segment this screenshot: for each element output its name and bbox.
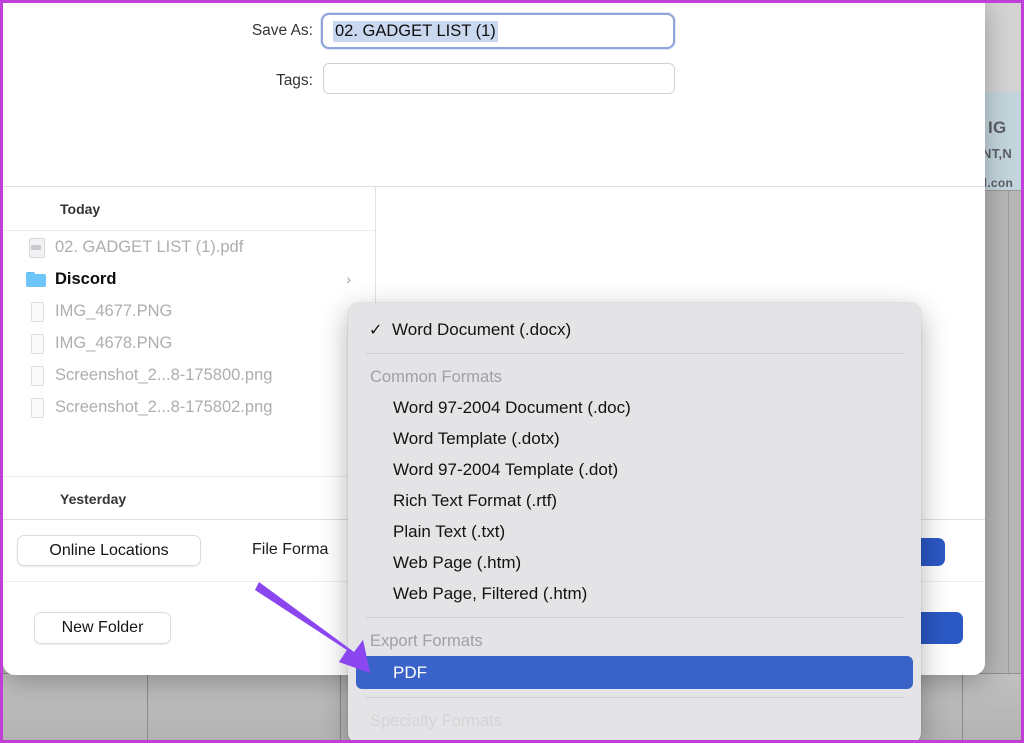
menu-item-pdf[interactable]: PDF [356,656,913,689]
save-as-label: Save As: [163,22,313,40]
dialog-toolbar: OneDrive Search [3,113,985,185]
list-item[interactable]: Discord › [3,263,375,295]
list-item[interactable]: Screenshot_2...8-175800.png [3,359,375,391]
png-file-icon [25,396,47,418]
file-format-menu: ✓ Word Document (.docx) Common Formats W… [348,303,921,743]
checkmark-icon: ✓ [369,320,392,340]
list-item[interactable]: 02. GADGET LIST (1).pdf [3,231,375,263]
menu-section-next-partial: Specialty Formats [348,706,921,736]
file-name: IMG_4678.PNG [55,334,172,353]
list-item[interactable]: IMG_4677.PNG [3,295,375,327]
png-file-icon [25,300,47,322]
menu-item-rtf[interactable]: Rich Text Format (.rtf) [348,485,921,516]
menu-section-common-formats: Common Formats [348,362,921,392]
menu-item-dot[interactable]: Word 97-2004 Template (.dot) [348,454,921,485]
dialog-form-area: Save As: 02. GADGET LIST (1) Tags: [3,0,985,113]
new-folder-button[interactable]: New Folder [34,612,171,644]
list-item[interactable]: Screenshot_2...8-175802.png [3,391,375,423]
menu-separator [366,353,903,354]
menu-section-export-formats: Export Formats [348,626,921,656]
file-name: Screenshot_2...8-175800.png [55,366,272,385]
list-item[interactable]: IMG_4678.PNG [3,327,375,359]
file-name: Screenshot_2...8-175802.png [55,398,272,417]
tags-input[interactable] [323,63,675,94]
group-header-today: Today [3,187,375,231]
background-text-fragment-2: NT,N [982,146,1012,161]
save-as-input[interactable]: 02. GADGET LIST (1) [321,13,675,49]
disclosure-chevron-icon: › [346,271,351,287]
menu-item-current-format[interactable]: ✓ Word Document (.docx) [348,314,921,345]
pdf-file-icon [25,236,47,258]
online-locations-button[interactable]: Online Locations [17,535,201,566]
menu-item-doc[interactable]: Word 97-2004 Document (.doc) [348,392,921,423]
png-file-icon [25,332,47,354]
menu-item-txt[interactable]: Plain Text (.txt) [348,516,921,547]
file-name: 02. GADGET LIST (1).pdf [55,238,243,257]
file-name: Discord [55,270,116,289]
menu-item-htm-filtered[interactable]: Web Page, Filtered (.htm) [348,578,921,609]
folder-icon [25,268,47,290]
menu-item-label: Word Document (.docx) [392,320,571,340]
file-list: 02. GADGET LIST (1).pdf Discord › IMG_46… [3,231,375,423]
menu-item-htm[interactable]: Web Page (.htm) [348,547,921,578]
menu-item-dotx[interactable]: Word Template (.dotx) [348,423,921,454]
group-header-yesterday: Yesterday [3,476,375,520]
tags-label: Tags: [163,72,313,90]
menu-separator [366,617,903,618]
screenshot-root: IG NT,N il.con Save As: 02. GADGET LIST … [0,0,1024,743]
menu-separator [366,697,903,698]
save-as-value: 02. GADGET LIST (1) [333,21,498,42]
file-format-label: File Forma [252,541,328,559]
png-file-icon [25,364,47,386]
background-text-fragment-1: IG [988,118,1007,138]
file-name: IMG_4677.PNG [55,302,172,321]
